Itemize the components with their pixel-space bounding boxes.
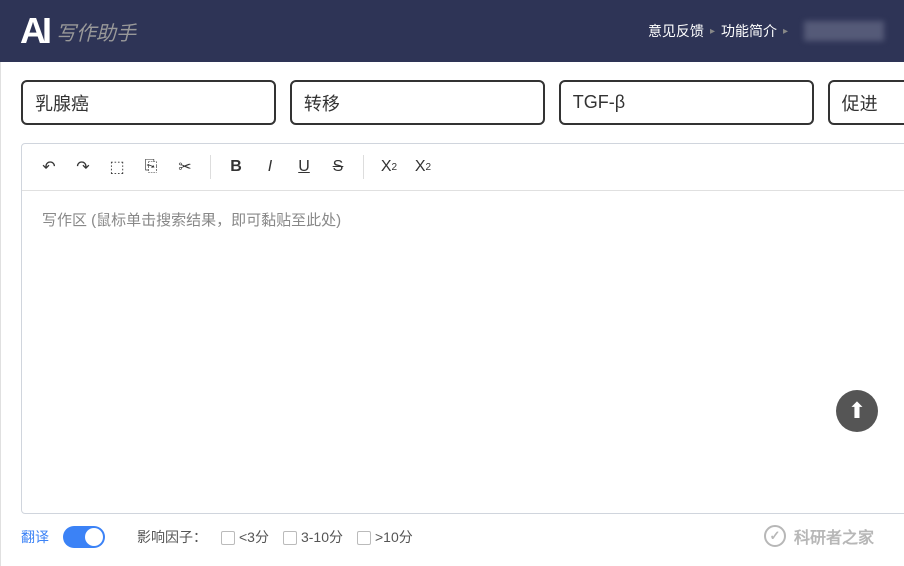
sidebar-item-keywords[interactable]: Keywords — [0, 108, 1, 154]
sidebar-item-results[interactable]: Results — [0, 292, 1, 338]
filter-label-text: <3分 — [239, 529, 269, 545]
redo-icon[interactable]: ↷ — [68, 152, 98, 182]
subscript-icon[interactable]: X2 — [374, 152, 404, 182]
nav-intro[interactable]: 功能简介 — [721, 21, 777, 41]
impact-factor-label: 影响因子： — [137, 527, 207, 547]
sidebar-item-fulltext-search[interactable]: 全库检索(CNS) — [0, 430, 1, 476]
filter-option-2[interactable]: 3-10分 — [283, 527, 343, 547]
search-input-2[interactable] — [290, 80, 545, 125]
checkbox-icon — [357, 531, 371, 545]
editor-toolbar: ↶ ↷ ⬚ ⎘ ✂ B I U S X2 X2 — [22, 144, 904, 191]
editor-footer: ↻ 🗑 0 字 — [22, 473, 904, 513]
sidebar: Title Keywords Abstract Introduction Met… — [0, 62, 1, 566]
search-row: ↻ 查 询 — [21, 80, 904, 125]
toolbar-separator — [363, 155, 364, 179]
editor: ↶ ↷ ⬚ ⎘ ✂ B I U S X2 X2 写作区 (鼠标单击搜索结果，即可… — [21, 143, 904, 514]
filter-option-1[interactable]: <3分 — [221, 527, 269, 547]
italic-icon[interactable]: I — [255, 152, 285, 182]
sidebar-item-methods[interactable]: Methods — [0, 246, 1, 292]
strikethrough-icon[interactable]: S — [323, 152, 353, 182]
translate-toggle[interactable] — [63, 526, 105, 548]
bottom-row: 翻译 影响因子： <3分 3-10分 >10分 — [21, 514, 904, 548]
scroll-top-button[interactable]: ⬆ — [836, 390, 878, 432]
sidebar-item-introduction[interactable]: Introduction — [0, 200, 1, 246]
nav-sep-icon: ▸ — [710, 26, 715, 37]
toolbar-separator — [210, 155, 211, 179]
logo-text: 写作助手 — [56, 17, 136, 46]
logo: AI 写作助手 — [20, 10, 136, 52]
header-nav: 意见反馈 ▸ 功能简介 ▸ — [648, 21, 884, 41]
header-user-area[interactable] — [804, 21, 884, 41]
sidebar-item-acknowledge[interactable]: Acknowledge — [0, 384, 1, 430]
undo-icon[interactable]: ↶ — [34, 152, 64, 182]
sidebar-item-rewrite[interactable]: 降重/润色 — [0, 476, 1, 522]
container: Title Keywords Abstract Introduction Met… — [0, 62, 904, 566]
copy-icon[interactable]: ⎘ — [136, 152, 166, 182]
nav-feedback[interactable]: 意见反馈 — [648, 21, 704, 41]
sidebar-item-discussion[interactable]: Discussion — [0, 338, 1, 384]
checkbox-icon — [283, 531, 297, 545]
main-area: ↻ 查 询 ↶ ↷ ⬚ ⎘ ✂ B I U S X2 X2 写作区 (鼠标单击搜… — [1, 62, 904, 566]
logo-icon: AI — [20, 10, 48, 52]
checkbox-icon — [221, 531, 235, 545]
search-input-3[interactable] — [559, 80, 814, 125]
editor-body[interactable]: 写作区 (鼠标单击搜索结果，即可黏贴至此处) — [22, 191, 904, 473]
cut-icon[interactable]: ✂ — [170, 152, 200, 182]
filter-option-3[interactable]: >10分 — [357, 527, 413, 547]
arrow-up-icon: ⬆ — [848, 398, 866, 424]
new-badge-icon — [0, 430, 1, 474]
search-input-1[interactable] — [21, 80, 276, 125]
select-all-icon[interactable]: ⬚ — [102, 152, 132, 182]
header: AI 写作助手 意见反馈 ▸ 功能简介 ▸ — [0, 0, 904, 62]
translate-label: 翻译 — [21, 527, 49, 547]
filter-label-text: 3-10分 — [301, 529, 343, 545]
bold-icon[interactable]: B — [221, 152, 251, 182]
sidebar-item-title[interactable]: Title — [0, 62, 1, 108]
search-input-4[interactable] — [828, 80, 904, 125]
nav-sep-icon: ▸ — [783, 26, 788, 37]
underline-icon[interactable]: U — [289, 152, 319, 182]
filter-label-text: >10分 — [375, 529, 413, 545]
sidebar-item-abstract[interactable]: Abstract — [0, 154, 1, 200]
sidebar-item-sci-draw[interactable]: 科研绘图 — [0, 522, 1, 566]
superscript-icon[interactable]: X2 — [408, 152, 438, 182]
